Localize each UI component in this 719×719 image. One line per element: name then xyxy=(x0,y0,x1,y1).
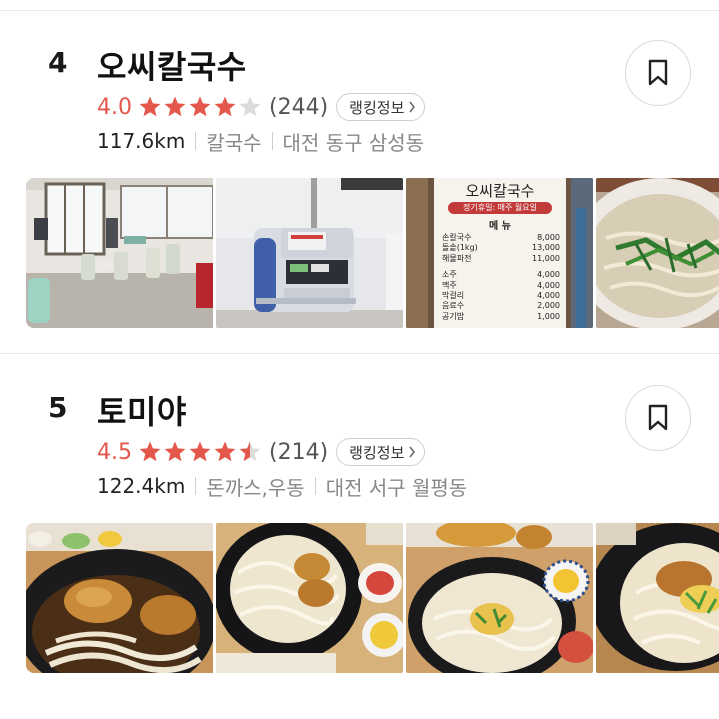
place-name[interactable]: 토미야 xyxy=(97,387,187,433)
rating-score: 4.0 xyxy=(97,94,132,120)
menu-board: 오씨칼국수 정기휴일: 매주 월요일 메 뉴 손칼국수 8,000 돌솥(1kg) 1… xyxy=(434,178,566,328)
menu-board-photo[interactable]: 오씨칼국수 정기휴일: 매주 월요일 메 뉴 손칼국수 8,000 돌솥(1kg) 1… xyxy=(406,178,593,328)
menu-item-name: 돌솥(1kg) xyxy=(442,243,478,253)
rating-row: 4.0 (244) 랭킹정보 xyxy=(97,92,426,122)
place-name[interactable]: 오씨칼국수 xyxy=(97,42,247,88)
distance: 117.6km xyxy=(97,129,186,153)
menu-item-price: 8,000 xyxy=(537,233,560,242)
ranking-info-button[interactable]: 랭킹정보 xyxy=(336,438,426,466)
result-card-5[interactable]: 5 토미야 4.5 (214) 랭킹정보 122.4km 돈까스,우동 대전 서… xyxy=(0,383,719,683)
star-icon xyxy=(214,96,236,117)
meta-divider xyxy=(195,477,197,495)
menu-item-name: 음료수 xyxy=(442,301,465,311)
ranking-info-button[interactable]: 랭킹정보 xyxy=(336,93,426,121)
star-rating xyxy=(138,440,263,464)
rating-score: 4.5 xyxy=(97,439,132,465)
chevron-right-icon xyxy=(409,446,416,458)
meta-divider xyxy=(314,477,316,495)
udon-tempura-photo[interactable] xyxy=(26,523,213,673)
menu-item-price: 1,000 xyxy=(537,311,560,321)
result-card-4[interactable]: 4 오씨칼국수 4.0 (244) 랭킹정보 117.6km 칼국수 대전 동구… xyxy=(0,38,719,338)
address: 대전 동구 삼성동 xyxy=(282,130,425,155)
star-icon xyxy=(214,441,236,462)
address: 대전 서구 월평동 xyxy=(325,475,468,500)
star-icon xyxy=(189,441,211,462)
star-icon xyxy=(139,441,161,462)
menu-item: 음료수 2,000 xyxy=(442,301,560,311)
place-meta: 117.6km 칼국수 대전 동구 삼성동 xyxy=(97,128,425,155)
distance: 122.4km xyxy=(97,474,186,498)
menu-board-items: 손칼국수 8,000 돌솥(1kg) 13,000 해물파전 11,000 소주 4,000 맥… xyxy=(442,233,560,322)
top-divider xyxy=(0,10,719,11)
result-divider xyxy=(0,353,719,354)
menu-item-name: 손칼국수 xyxy=(442,233,472,242)
rating-row: 4.5 (214) 랭킹정보 xyxy=(97,437,426,467)
chevron-right-icon xyxy=(409,101,416,113)
menu-item-name: 막걸리 xyxy=(442,291,465,301)
star-icon xyxy=(239,441,261,462)
ranking-info-label: 랭킹정보 xyxy=(349,443,405,462)
place-meta: 122.4km 돈까스,우동 대전 서구 월평동 xyxy=(97,473,468,500)
menu-item: 손칼국수 8,000 xyxy=(442,233,560,243)
star-rating xyxy=(138,95,263,119)
udon-closeup-photo[interactable] xyxy=(596,523,719,673)
menu-item: 소주 4,000 xyxy=(442,270,560,280)
photo-strip[interactable]: 오씨칼국수 정기휴일: 매주 월요일 메 뉴 손칼국수 8,000 돌솥(1kg) 1… xyxy=(26,178,719,328)
noodle-soup-photo[interactable] xyxy=(596,178,719,328)
menu-board-notice: 정기휴일: 매주 월요일 xyxy=(448,202,552,214)
category: 돈까스,우동 xyxy=(206,475,305,500)
menu-item-name: 소주 xyxy=(442,270,457,280)
udon-bowl-photo[interactable] xyxy=(216,523,403,673)
bookmark-icon xyxy=(648,404,668,431)
menu-item-name: 해물파전 xyxy=(442,253,472,263)
menu-item-price: 4,000 xyxy=(537,280,560,290)
menu-item-price: 4,000 xyxy=(537,291,560,301)
menu-item: 공기밥 1,000 xyxy=(442,312,560,322)
review-count[interactable]: (244) xyxy=(269,95,328,120)
menu-item-price: 11,000 xyxy=(532,253,560,263)
ranking-info-label: 랭킹정보 xyxy=(349,98,405,117)
rank-number: 5 xyxy=(48,391,68,424)
udon-topped-photo[interactable] xyxy=(406,523,593,673)
meta-divider xyxy=(271,132,273,150)
bookmark-button[interactable] xyxy=(625,385,691,451)
menu-board-heading: 메 뉴 xyxy=(489,221,511,232)
menu-item-price: 4,000 xyxy=(537,270,560,280)
menu-item: 맥주 4,000 xyxy=(442,281,560,291)
bookmark-icon xyxy=(648,59,668,86)
star-icon xyxy=(164,96,186,117)
menu-item-price: 13,000 xyxy=(532,243,560,253)
category: 칼국수 xyxy=(206,130,262,155)
star-icon xyxy=(239,96,261,117)
star-icon xyxy=(189,96,211,117)
menu-item-name: 공기밥 xyxy=(442,311,465,321)
menu-board-title: 오씨칼국수 xyxy=(465,182,535,200)
star-icon xyxy=(164,441,186,462)
order-kiosk-photo[interactable] xyxy=(216,178,403,328)
menu-item-price: 2,000 xyxy=(537,301,560,311)
menu-item: 막걸리 4,000 xyxy=(442,291,560,301)
menu-item: 돌솥(1kg) 13,000 xyxy=(442,243,560,253)
bookmark-button[interactable] xyxy=(625,40,691,106)
review-count[interactable]: (214) xyxy=(269,440,328,465)
menu-item-name: 맥주 xyxy=(442,280,457,290)
menu-item: 해물파전 11,000 xyxy=(442,254,560,264)
star-icon xyxy=(139,96,161,117)
meta-divider xyxy=(195,132,197,150)
dining-room-photo[interactable] xyxy=(26,178,213,328)
photo-strip[interactable] xyxy=(26,523,719,673)
rank-number: 4 xyxy=(48,46,68,79)
